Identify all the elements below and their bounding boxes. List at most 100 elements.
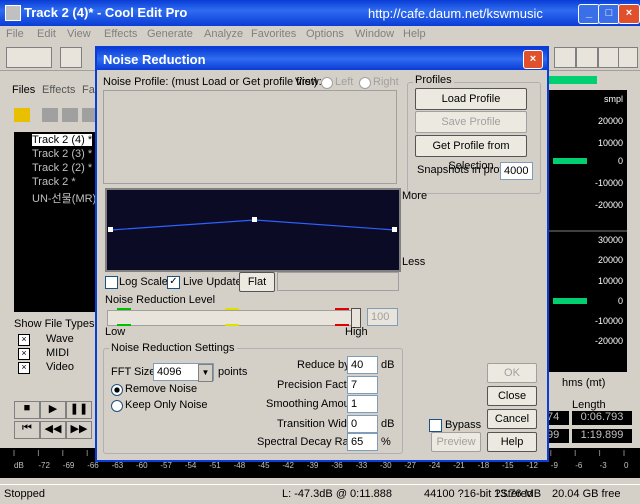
scale-label: -10000 [594,316,623,326]
meter-tick-label: -57 [160,461,172,470]
type-video-checkbox[interactable]: × [18,362,30,374]
curve-handle[interactable] [252,217,257,222]
tab-effects[interactable]: Effects [42,84,75,96]
app-icon [5,5,21,21]
list-item[interactable]: Track 2 (2) * [32,162,92,174]
list-item[interactable]: Track 2 (3) * [32,148,92,160]
level-slider-thumb[interactable] [351,308,361,328]
maximize-button[interactable]: □ [598,4,620,24]
dialog-close-button[interactable]: × [523,50,543,69]
type-midi-checkbox[interactable]: × [18,348,30,360]
rewind-start-button[interactable]: ⏮ [14,421,40,439]
scale-label: 10000 [597,276,623,286]
preview-button[interactable]: Preview [431,432,481,452]
level-value-field[interactable]: 100 [367,308,398,326]
reduce-by-unit: dB [381,359,395,371]
file-tool-icon[interactable] [42,108,58,122]
file-tool2-icon[interactable] [62,108,78,122]
log-scale-checkbox[interactable] [105,276,118,289]
reduce-by-field[interactable]: 40 [347,356,378,374]
type-wave-checkbox[interactable]: × [18,334,30,346]
cancel-button[interactable]: Cancel [487,409,537,429]
log-scale-label: Log Scale [119,276,168,288]
time-format-label: hms (mt) [562,377,606,389]
list-item[interactable]: Track 2 (4) * [32,134,93,146]
show-types-label: Show File Types: [14,318,98,330]
profiles-group-label: Profiles [413,74,454,86]
toolbar-ratio-button[interactable] [598,47,620,68]
tab-files[interactable]: Files [12,84,35,96]
menu-options[interactable]: Options [306,28,344,40]
tab-favorites[interactable]: Fa [82,84,95,96]
toolbar-folder-button[interactable] [60,47,82,68]
toolbar-mode-button[interactable] [6,47,52,68]
view-right-radio[interactable] [359,77,371,89]
window-close-button[interactable]: × [618,4,640,24]
meter-tick-label: -51 [209,461,221,470]
waveform-view[interactable]: smpl 20000 10000 0 -10000 -20000 30000 2… [541,76,627,372]
type-video-label: Video [46,361,74,373]
help-button[interactable]: Help [487,432,537,452]
menu-favorites[interactable]: Favorites [251,28,296,40]
keep-noise-label: Keep Only Noise [125,399,208,411]
close-button[interactable]: Close [487,386,537,406]
remove-noise-label: Remove Noise [125,383,198,395]
stop-button[interactable]: ■ [14,401,40,419]
rewind-button[interactable]: ◀◀ [40,421,66,439]
remove-noise-radio[interactable] [111,384,123,396]
curve-handle[interactable] [392,227,397,232]
menu-analyze[interactable]: Analyze [204,28,243,40]
minimize-button[interactable]: _ [578,4,600,24]
type-wave-label: Wave [46,333,74,345]
ok-button[interactable]: OK [487,363,537,383]
more-label: More [402,190,428,202]
open-file-icon[interactable] [14,108,30,122]
level-mark-low [117,308,131,310]
forward-button[interactable]: ▶▶ [66,421,92,439]
live-update-checkbox[interactable]: ✓ [167,276,180,289]
menu-view[interactable]: View [67,28,91,40]
toolbar-grid-button[interactable] [618,47,638,68]
decay-field[interactable]: 65 [347,433,378,451]
pause-button[interactable]: ❚❚ [66,401,92,419]
file-list: Track 2 (4) * Track 2 (3) * Track 2 (2) … [14,132,100,312]
meter-tick-label: -36 [331,461,343,470]
save-profile-button[interactable]: Save Profile [415,111,527,133]
meter-tick-label: dB [14,461,24,470]
view-left-radio[interactable] [321,77,333,89]
list-item[interactable]: Track 2 * [32,176,76,188]
play-button[interactable]: ▶ [40,401,66,419]
get-profile-button[interactable]: Get Profile from Selection [415,135,527,172]
meter-tick-label: -54 [185,461,197,470]
scale-label: 20000 [597,255,623,265]
level-label: Noise Reduction Level [105,294,216,306]
smoothing-field[interactable]: 1 [347,395,378,413]
reduction-curve-graph[interactable] [105,188,401,272]
transition-field[interactable]: 0 [347,415,378,433]
toolbar-zoom-button[interactable] [576,47,598,68]
meter-tick-label: -48 [234,461,246,470]
url-text: http://cafe.daum.net/kswmusic [368,6,543,21]
keep-noise-radio[interactable] [111,400,123,412]
toolbar-play-button[interactable] [554,47,576,68]
precision-field[interactable]: 7 [347,376,378,394]
menu-edit[interactable]: Edit [37,28,56,40]
list-item[interactable]: UN-선물(MR) [32,190,96,206]
type-midi-label: MIDI [46,347,70,359]
reduction-curve [108,217,397,232]
menu-generate[interactable]: Generate [147,28,193,40]
menu-window[interactable]: Window [355,28,394,40]
flat-button[interactable]: Flat [239,272,275,292]
meter-tick-label: -21 [453,461,465,470]
menu-effects[interactable]: Effects [104,28,137,40]
curve-handle[interactable] [108,227,113,232]
length-value: 0:06.793 [572,411,632,425]
load-profile-button[interactable]: Load Profile [415,88,527,110]
meter-tick-label: -60 [136,461,148,470]
menu-file[interactable]: File [6,28,24,40]
bypass-checkbox[interactable] [429,419,442,432]
meter-tick-label: -42 [282,461,294,470]
menu-help[interactable]: Help [403,28,426,40]
fft-dropdown-icon[interactable]: ▼ [198,364,213,382]
snapshots-field[interactable]: 4000 [500,162,533,180]
